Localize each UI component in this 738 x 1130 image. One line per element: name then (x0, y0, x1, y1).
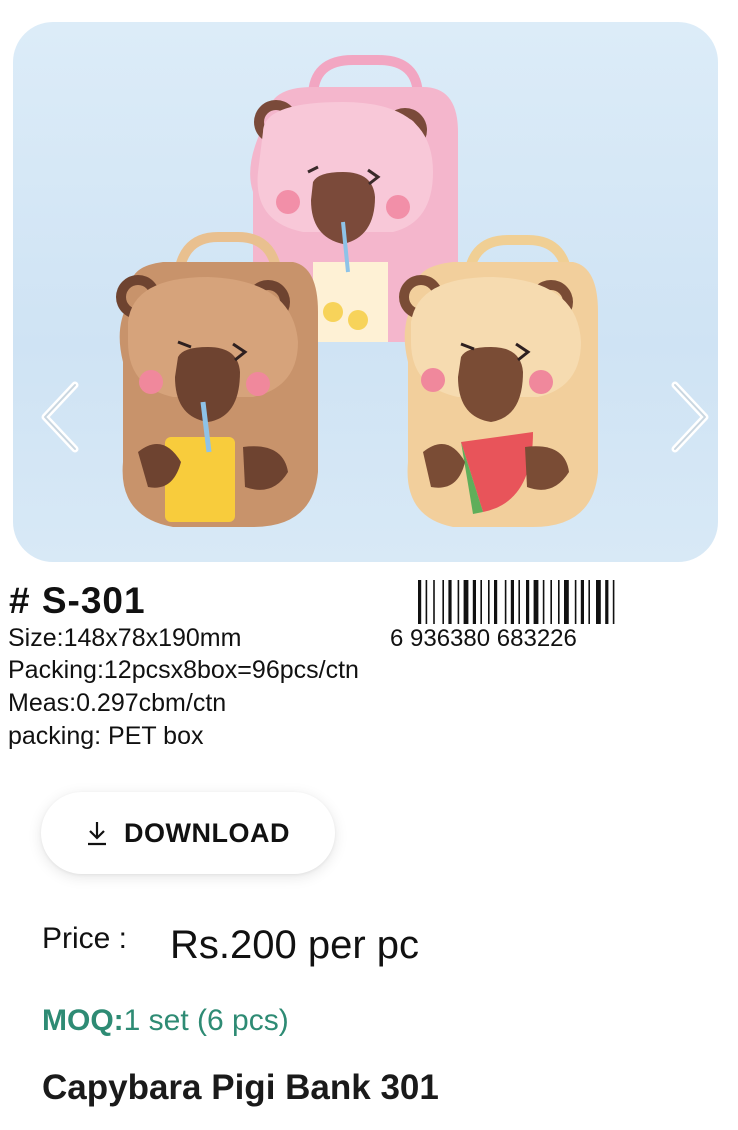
product-size: Size:148x78x190mm (8, 624, 242, 652)
barcode-bar (418, 580, 422, 624)
barcode-bar (588, 580, 590, 624)
download-label: DOWNLOAD (124, 817, 290, 848)
barcode-bar (526, 580, 530, 624)
barcode-bar (442, 580, 444, 624)
barcode-number: 6 936380 683226 (390, 625, 577, 650)
barcode-bar (494, 580, 498, 624)
beige-capybara-bank (399, 235, 598, 527)
product-title: Capybara Pigi Bank 301 (42, 1068, 439, 1107)
product-image-carousel[interactable] (13, 22, 718, 562)
product-image (116, 55, 598, 527)
product-packing: Packing:12pcsx8box=96pcs/ctn (8, 656, 359, 684)
barcode-bar (612, 580, 615, 624)
barcode-bars (418, 580, 615, 624)
product-sku: # S-301 (9, 580, 146, 621)
barcode-bar (510, 580, 514, 624)
barcode-bar (564, 580, 569, 624)
barcode-bar (480, 580, 482, 624)
chevron-left-icon (41, 381, 79, 453)
product-measurement: Meas:0.297cbm/ctn (8, 689, 227, 717)
barcode-bar (463, 580, 469, 624)
barcode-bar (533, 580, 539, 624)
barcode-bar (488, 580, 490, 624)
barcode-bar (448, 580, 452, 624)
barcode-bar (542, 580, 545, 624)
barcode-bar (518, 580, 520, 624)
brown-capybara-bank (116, 232, 319, 527)
moq-label: MOQ: (42, 1004, 124, 1037)
barcode-bar (596, 580, 601, 624)
barcode-bar (574, 580, 577, 624)
barcode: 6 936380 683226 (390, 580, 615, 650)
barcode-bar (433, 580, 435, 624)
price-label: Price : (42, 922, 128, 955)
barcode-bar (457, 580, 460, 624)
barcode-bar (605, 580, 609, 624)
barcode-bar (504, 580, 507, 624)
download-button[interactable]: DOWNLOAD (41, 792, 335, 874)
barcode-bar (472, 580, 476, 624)
price-value: Rs.200 per pc (170, 923, 420, 967)
product-packing-type: packing: PET box (8, 722, 204, 750)
barcode-bar (558, 580, 560, 624)
carousel-next-button[interactable] (665, 377, 715, 457)
moq-value: 1 set (6 pcs) (123, 1004, 289, 1037)
moq: MOQ:1 set (6 pcs) (42, 1004, 289, 1038)
barcode-bar (425, 580, 428, 624)
chevron-right-icon (671, 381, 709, 453)
download-icon (88, 822, 106, 846)
carousel-prev-button[interactable] (35, 377, 85, 457)
barcode-bar (580, 580, 584, 624)
barcode-bar (550, 580, 552, 624)
